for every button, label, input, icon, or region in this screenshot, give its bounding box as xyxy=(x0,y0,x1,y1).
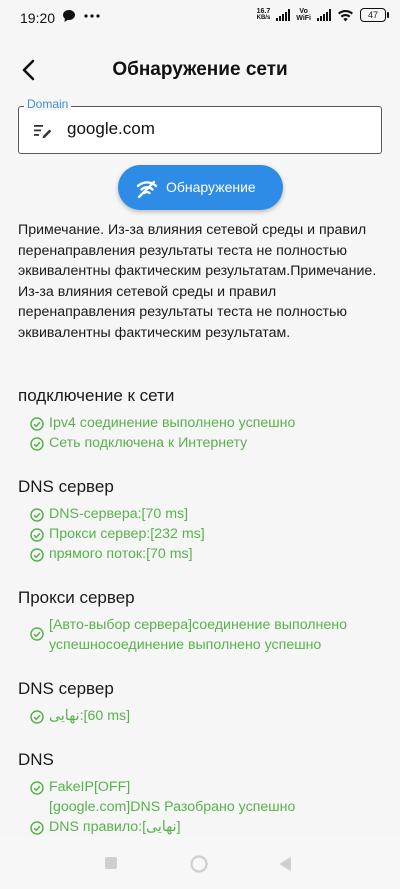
circle-nav-icon[interactable] xyxy=(189,855,209,875)
check-circle-icon xyxy=(30,508,44,522)
section-title: DNS сервер xyxy=(18,477,114,496)
check-circle-icon xyxy=(30,710,44,724)
net-speed: 16.7 KB/s xyxy=(256,8,271,21)
wifi-scan-icon xyxy=(136,180,158,199)
detect-button[interactable]: Обнаружение xyxy=(118,165,283,210)
domain-value: google.com xyxy=(67,119,155,138)
result-item: نهایی:[60 ms] xyxy=(49,708,131,724)
message-icon xyxy=(63,10,75,22)
section-title: DNS сервер xyxy=(18,679,114,698)
signal-2-icon xyxy=(317,9,331,21)
result-item: Сеть подключена к Интернету xyxy=(49,435,248,451)
app-header: Обнаружение сети xyxy=(0,48,400,92)
check-circle-icon xyxy=(30,417,44,431)
section-title: DNS xyxy=(18,750,54,769)
wifi-icon xyxy=(338,9,353,21)
result-item: DNS-сервера:[70 ms] xyxy=(49,506,189,522)
page-title: Обнаружение сети xyxy=(112,59,288,80)
status-time: 19:20 xyxy=(20,10,56,26)
check-circle-icon xyxy=(30,627,44,641)
result-item: Прокси сервер:[232 ms] xyxy=(49,526,205,542)
detect-button-label: Обнаружение xyxy=(166,179,256,195)
edit-list-icon xyxy=(34,125,52,139)
check-circle-icon xyxy=(30,528,44,542)
check-circle-icon xyxy=(30,437,44,451)
section-title: Прокси сервер xyxy=(18,588,135,607)
vowifi-indicator: Vo WiFi xyxy=(296,8,311,22)
triangle-nav-icon[interactable] xyxy=(277,855,293,873)
more-dots-icon xyxy=(84,14,100,18)
note-text: Примечание. Из-за влияния сетевой среды … xyxy=(18,222,377,341)
domain-label: Domain xyxy=(24,97,72,111)
signal-icon xyxy=(276,9,291,21)
result-item-continued: успешносоединение выполнено успешно xyxy=(49,637,322,653)
result-item: FakeIP[OFF] xyxy=(49,779,131,795)
section-title: подключение к сети xyxy=(18,386,175,405)
domain-input[interactable]: google.com xyxy=(18,106,382,154)
status-bar: 19:20 16.7 KB/s Vo WiFi 47 xyxy=(0,0,400,36)
result-item-continued: [google.com]DNS Разобрано успешно xyxy=(49,799,296,815)
result-item: прямого поток:[70 ms] xyxy=(49,546,193,562)
check-circle-icon xyxy=(30,548,44,562)
check-circle-icon xyxy=(30,821,44,835)
system-nav-bar xyxy=(0,836,400,889)
result-item: [Авто-выбор сервера]соединение выполнено xyxy=(49,617,347,633)
result-item: DNS правило:[نهایی] xyxy=(49,819,181,835)
result-item: Ipv4 соединение выполнено успешно xyxy=(49,415,296,431)
square-nav-icon[interactable] xyxy=(103,855,119,871)
check-circle-icon xyxy=(30,781,44,795)
battery-indicator: 47 xyxy=(360,8,389,22)
